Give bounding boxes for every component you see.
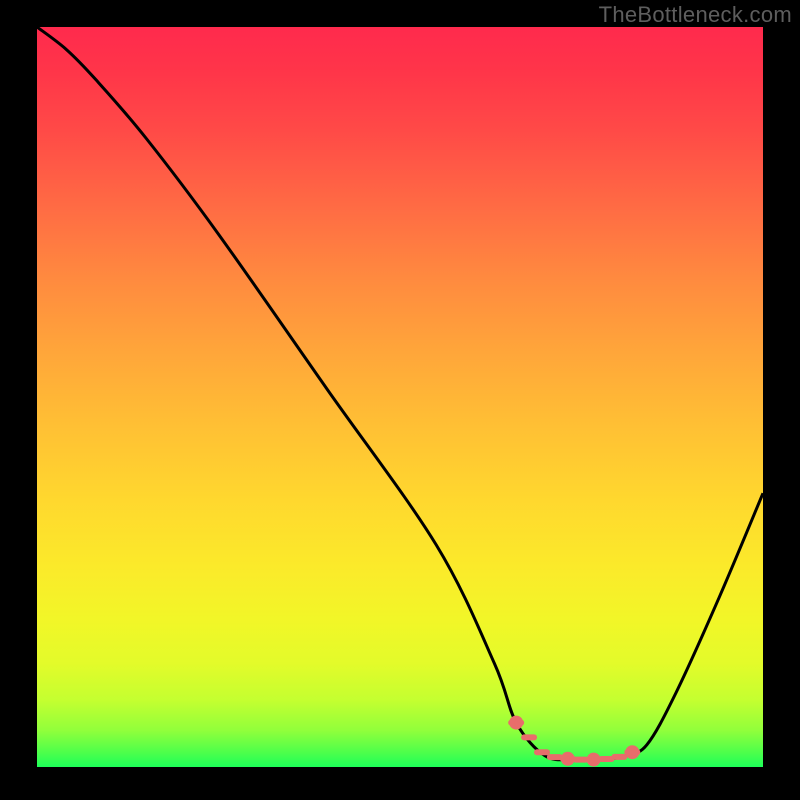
plot-area bbox=[37, 27, 763, 767]
curve-layer bbox=[37, 27, 763, 767]
chart-frame: TheBottleneck.com bbox=[0, 0, 800, 800]
flat-marker-dot bbox=[512, 718, 521, 727]
watermark-label: TheBottleneck.com bbox=[599, 2, 792, 28]
flat-marker-dot bbox=[563, 754, 572, 763]
flat-marker-dot bbox=[589, 755, 598, 764]
bottleneck-curve bbox=[37, 27, 763, 760]
flat-marker-dot bbox=[628, 748, 637, 757]
